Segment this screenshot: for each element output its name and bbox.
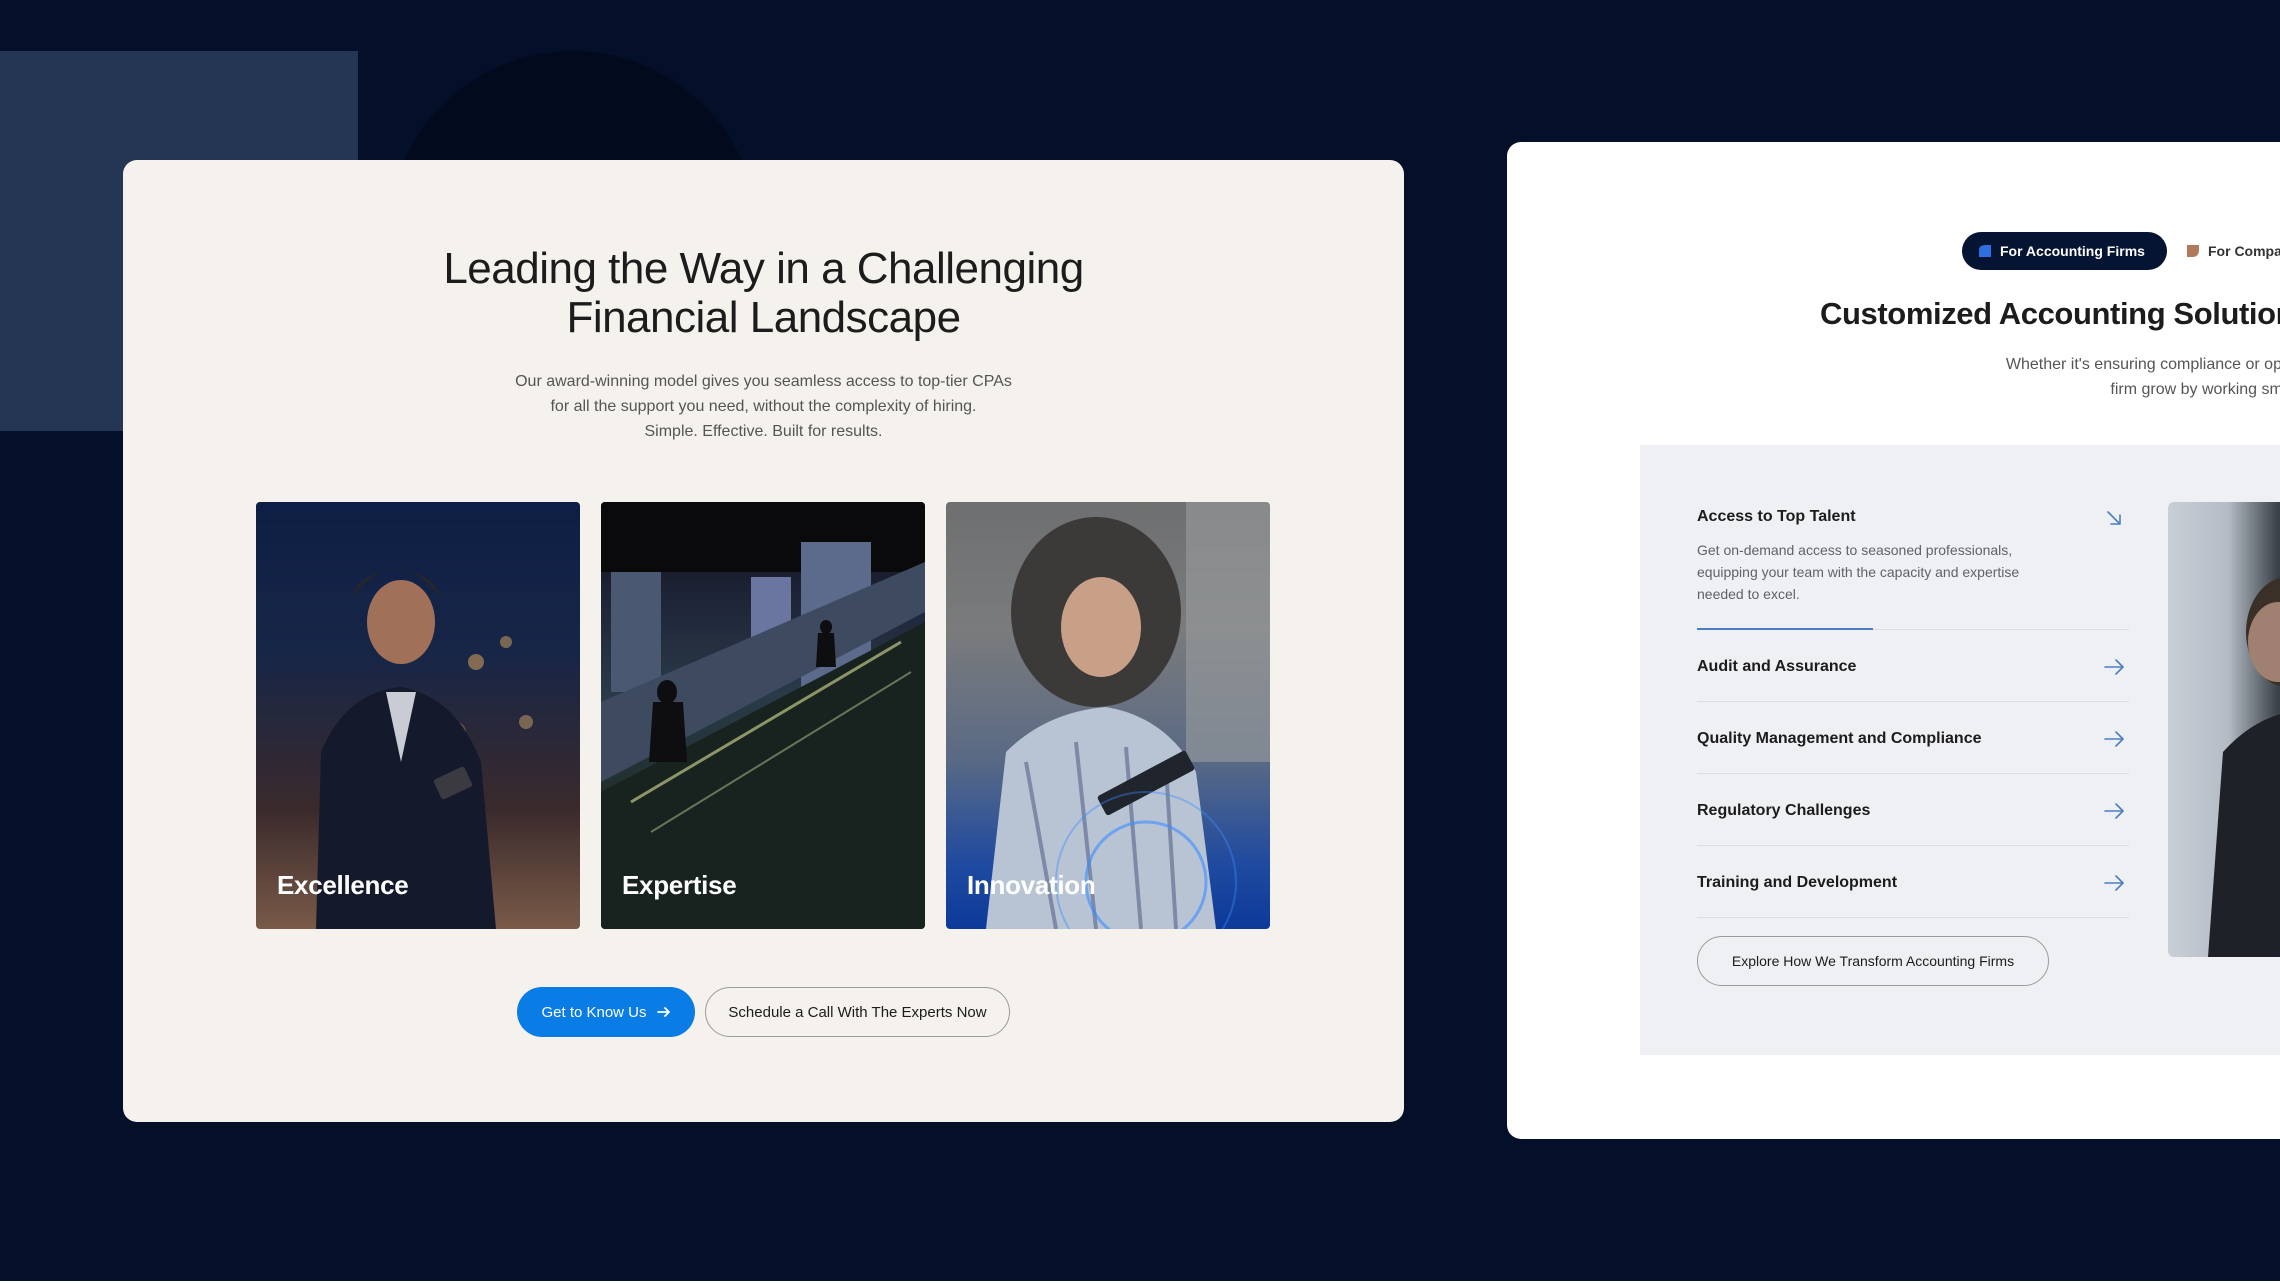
tab-label: For Compa bbox=[2208, 243, 2280, 259]
accordion-item-regulatory-challenges[interactable]: Regulatory Challenges bbox=[1697, 774, 2129, 846]
person-silhouette bbox=[2208, 578, 2280, 957]
get-to-know-us-button[interactable]: Get to Know Us bbox=[517, 987, 695, 1037]
intro-line: for all the support you need, without th… bbox=[550, 398, 977, 415]
tab-for-companies[interactable]: For Compa bbox=[2186, 232, 2280, 270]
tile-excellence[interactable]: Excellence bbox=[256, 502, 580, 929]
arrow-down-right-icon bbox=[2107, 511, 2121, 525]
arrow-right-icon bbox=[2104, 875, 2124, 891]
tile-label: Expertise bbox=[622, 870, 737, 900]
headline-line: Leading the Way in a Challenging bbox=[443, 244, 1084, 293]
leading-the-way-card: Leading the Way in a Challenging Financi… bbox=[123, 160, 1404, 1122]
office-meeting-photo bbox=[2168, 502, 2280, 957]
schedule-call-button[interactable]: Schedule a Call With The Experts Now bbox=[705, 987, 1010, 1037]
quarter-circle-icon bbox=[1979, 245, 1991, 257]
page-backdrop: Leading the Way in a Challenging Financi… bbox=[0, 0, 2280, 1281]
woman-with-tablet-photo bbox=[986, 502, 1270, 929]
arrow-right-icon bbox=[2104, 731, 2124, 747]
section-title: Customized Accounting Solutions bbox=[1820, 296, 2280, 331]
arrow-right-icon bbox=[2104, 659, 2124, 675]
section-intro: Whether it's ensuring compliance or opti… bbox=[1507, 352, 2280, 402]
quarter-circle-icon bbox=[2187, 245, 2199, 257]
accounting-solutions-card: For Accounting Firms For Compa Customize… bbox=[1507, 142, 2280, 1139]
tile-label: Excellence bbox=[277, 870, 409, 900]
intro-line: Whether it's ensuring compliance or opti… bbox=[2005, 356, 2280, 373]
tab-label: For Accounting Firms bbox=[2000, 243, 2145, 259]
accordion-title: Quality Management and Compliance bbox=[1697, 730, 1982, 747]
intro-line: firm grow by working smarter at every st bbox=[2110, 381, 2280, 398]
section-intro: Our award-winning model gives you seamle… bbox=[123, 369, 1404, 444]
accordion-title: Training and Development bbox=[1697, 874, 1898, 891]
intro-line: Simple. Effective. Built for results. bbox=[644, 423, 883, 440]
tile-label: Innovation bbox=[967, 870, 1096, 900]
explore-accounting-firms-button[interactable]: Explore How We Transform Accounting Firm… bbox=[1697, 936, 2049, 986]
businessman-photo bbox=[316, 569, 533, 929]
description-line: equipping your team with the capacity an… bbox=[1697, 564, 2020, 580]
headline-line: Financial Landscape bbox=[566, 293, 961, 342]
button-label: Schedule a Call With The Experts Now bbox=[728, 1003, 987, 1021]
accordion-item-training-and-development[interactable]: Training and Development bbox=[1697, 846, 2129, 918]
description-line: Get on-demand access to seasoned profess… bbox=[1697, 542, 2013, 558]
tab-for-accounting-firms[interactable]: For Accounting Firms bbox=[1962, 232, 2167, 270]
escalator-photo bbox=[601, 502, 925, 929]
accordion-item-quality-management[interactable]: Quality Management and Compliance bbox=[1697, 702, 2129, 774]
arrow-right-icon bbox=[2104, 803, 2124, 819]
audience-tabs: For Accounting Firms For Compa bbox=[1962, 232, 2280, 272]
section-headline: Leading the Way in a Challenging Financi… bbox=[123, 244, 1404, 342]
tile-innovation[interactable]: Innovation bbox=[946, 502, 1270, 929]
intro-line: Our award-winning model gives you seamle… bbox=[515, 373, 1012, 390]
accordion-title: Access to Top Talent bbox=[1697, 508, 1856, 525]
description-line: needed to excel. bbox=[1697, 586, 1800, 602]
tile-expertise[interactable]: Expertise bbox=[601, 502, 925, 929]
accordion-item-audit-and-assurance[interactable]: Audit and Assurance bbox=[1697, 630, 2129, 702]
accordion-title: Regulatory Challenges bbox=[1697, 802, 1871, 819]
accordion-description: Get on-demand access to seasoned profess… bbox=[1697, 539, 2077, 605]
button-label: Explore How We Transform Accounting Firm… bbox=[1731, 953, 2015, 969]
arrow-right-icon bbox=[656, 1007, 670, 1017]
accordion-item-access-to-top-talent[interactable]: Access to Top Talent Get on-demand acces… bbox=[1697, 501, 2129, 630]
button-label: Get to Know Us bbox=[541, 1003, 647, 1021]
accordion-title: Audit and Assurance bbox=[1697, 658, 1857, 675]
